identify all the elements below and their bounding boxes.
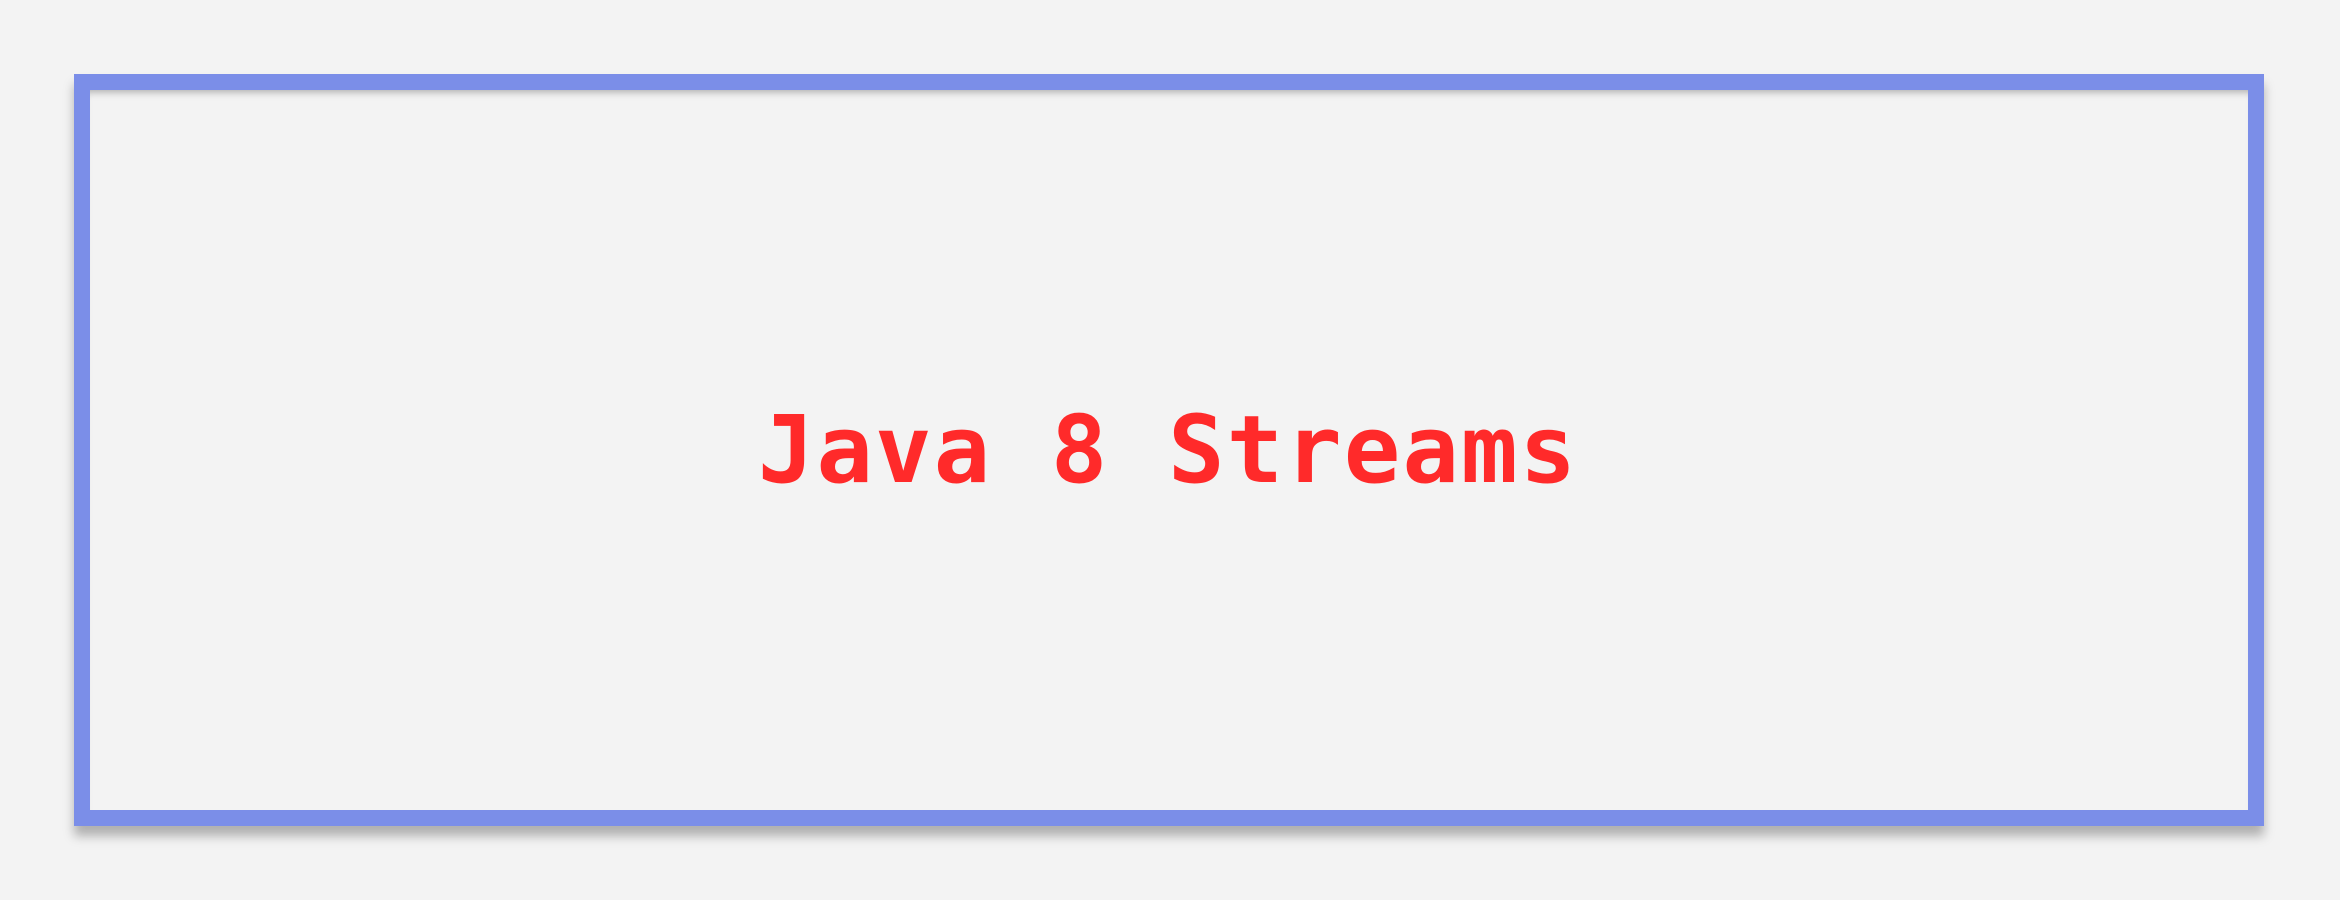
title-card-frame: Java 8 Streams bbox=[74, 74, 2264, 826]
title-text: Java 8 Streams bbox=[757, 396, 1579, 505]
